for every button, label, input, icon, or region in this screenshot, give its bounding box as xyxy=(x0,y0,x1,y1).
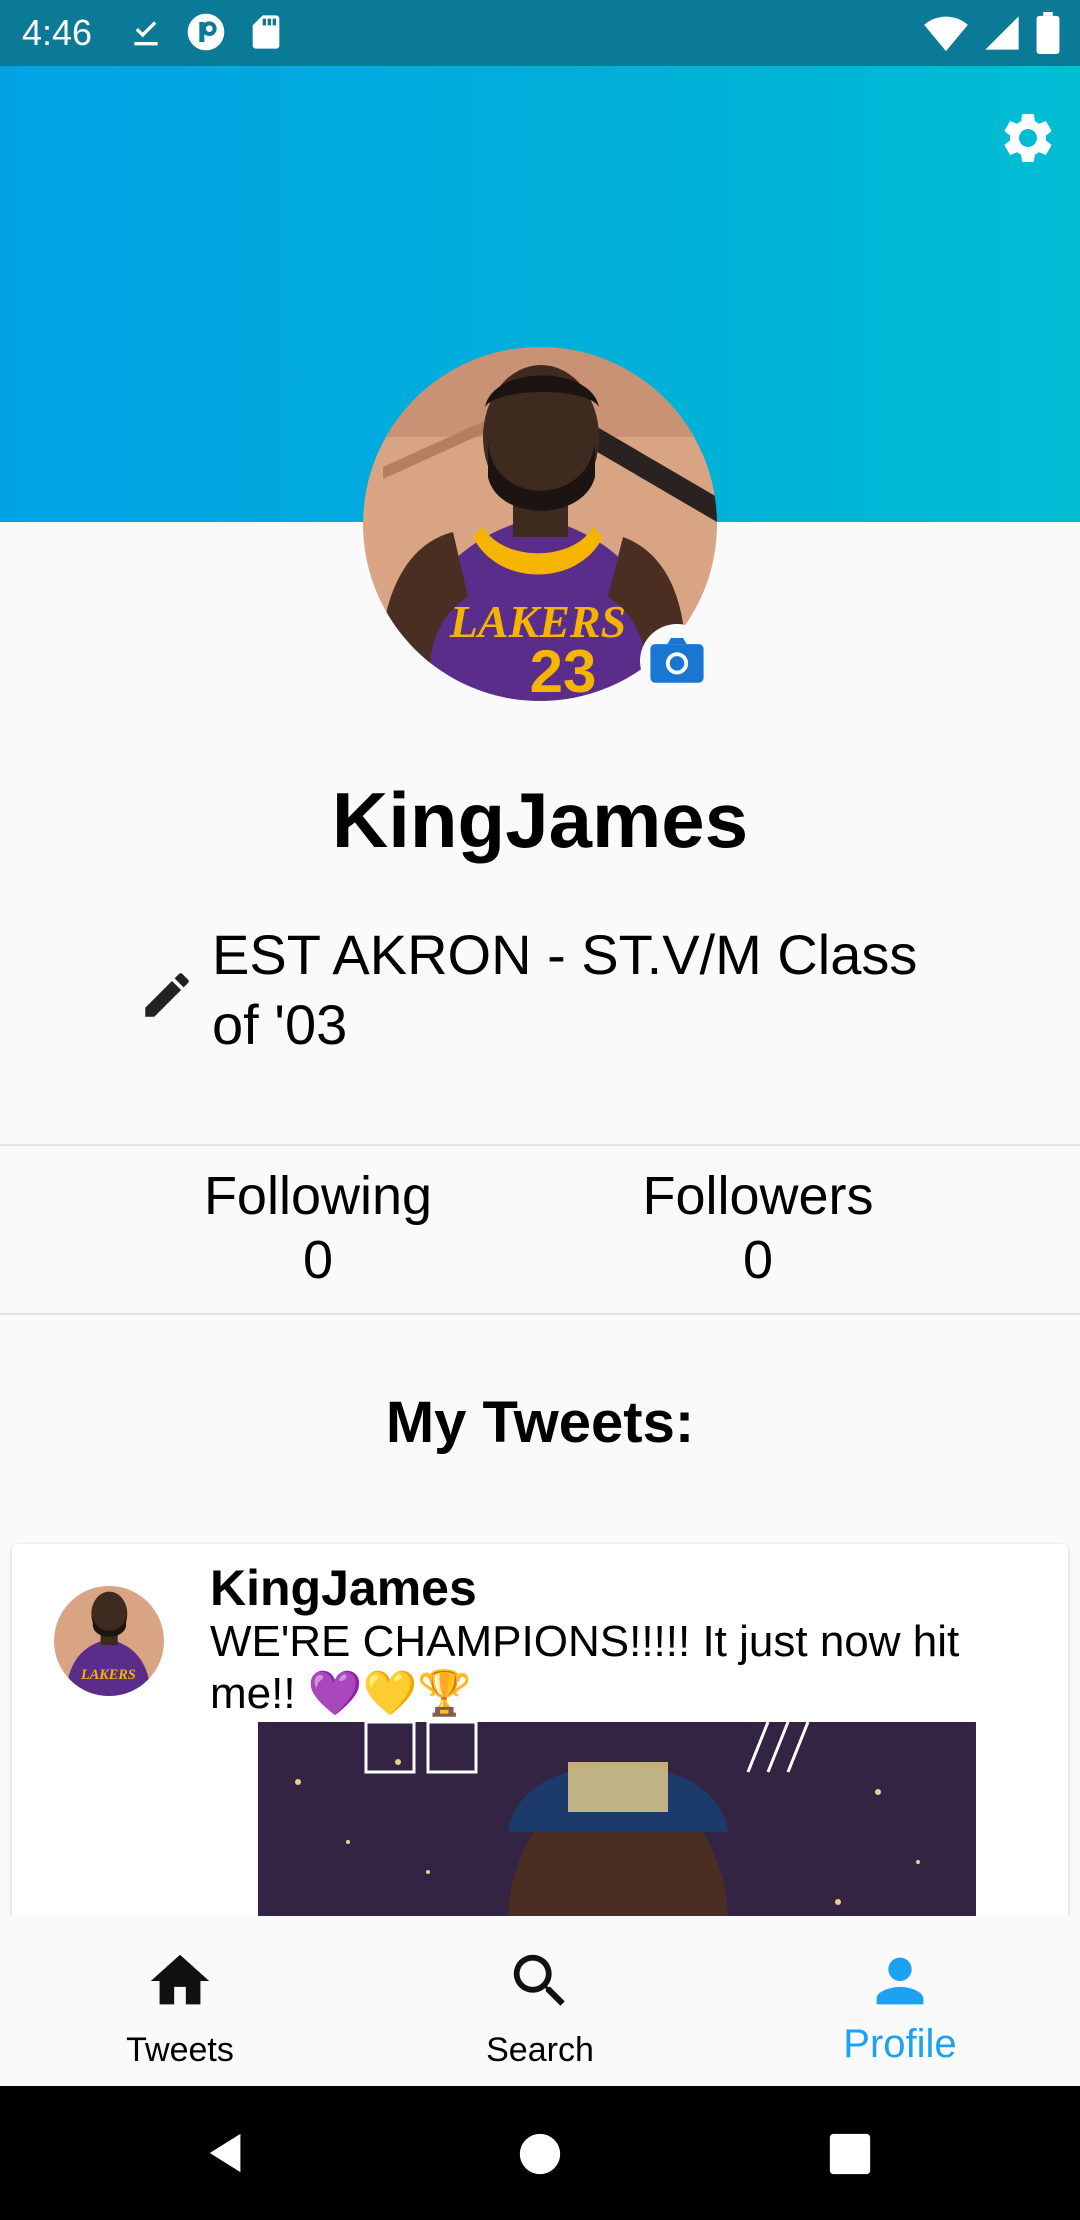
nav-profile-label: Profile xyxy=(843,2022,957,2066)
bottom-navigation: Tweets Search Profile xyxy=(0,1916,1080,2086)
signal-icon xyxy=(985,16,1019,50)
profile-bio: EST AKRON - ST.V/M Class of '03 xyxy=(138,920,978,1060)
stats-divider-bottom xyxy=(0,1313,1080,1315)
pocket-app-icon xyxy=(187,13,225,51)
tweet-avatar: LAKERS xyxy=(54,1586,164,1696)
search-icon xyxy=(513,1954,565,2006)
back-icon[interactable] xyxy=(204,2130,250,2176)
following-count: 0 xyxy=(302,1230,334,1290)
followers-stat[interactable]: Followers 0 xyxy=(558,1164,958,1292)
system-navigation-bar xyxy=(0,2086,1080,2220)
home-icon xyxy=(150,1954,210,2005)
camera-icon xyxy=(650,638,704,683)
followers-count: 0 xyxy=(742,1230,774,1290)
nav-search[interactable]: Search xyxy=(360,1916,720,2086)
svg-text:LAKERS: LAKERS xyxy=(80,1667,136,1683)
settings-button[interactable] xyxy=(998,108,1058,168)
profile-username: KingJames xyxy=(331,776,749,864)
following-stat[interactable]: Following 0 xyxy=(118,1164,518,1292)
tweet-avatar-image: LAKERS xyxy=(54,1586,164,1696)
change-photo-button[interactable] xyxy=(640,624,714,698)
sd-card-icon xyxy=(252,15,280,49)
nav-profile[interactable]: Profile xyxy=(720,1916,1080,2086)
status-bar: 4:46 xyxy=(0,0,1080,66)
battery-icon xyxy=(1036,12,1060,54)
download-done-icon xyxy=(134,21,158,46)
gear-icon xyxy=(1004,113,1052,162)
tweet-author: KingJames xyxy=(210,1560,477,1616)
tweet-text: WE'RE CHAMPIONS!!!!! It just now hit me!… xyxy=(210,1617,960,1718)
followers-label: Followers xyxy=(642,1166,874,1226)
following-label: Following xyxy=(203,1166,433,1226)
wifi-icon xyxy=(924,16,968,52)
status-icons-left xyxy=(126,12,286,52)
stats-divider-top xyxy=(0,1144,1080,1146)
edit-pencil-icon[interactable] xyxy=(138,966,196,1024)
nav-tweets[interactable]: Tweets xyxy=(0,1916,360,2086)
bio-text: EST AKRON - ST.V/M Class of '03 xyxy=(212,923,918,1056)
home-circle-icon[interactable] xyxy=(518,2132,562,2176)
person-icon xyxy=(876,1957,924,2005)
status-icons-right xyxy=(924,12,1060,54)
status-time: 4:46 xyxy=(22,12,93,53)
recents-icon[interactable] xyxy=(828,2132,872,2176)
nav-tweets-label: Tweets xyxy=(126,2031,234,2069)
nav-search-label: Search xyxy=(486,2031,594,2069)
svg-text:23: 23 xyxy=(530,638,597,701)
my-tweets-heading: My Tweets: xyxy=(385,1390,695,1455)
